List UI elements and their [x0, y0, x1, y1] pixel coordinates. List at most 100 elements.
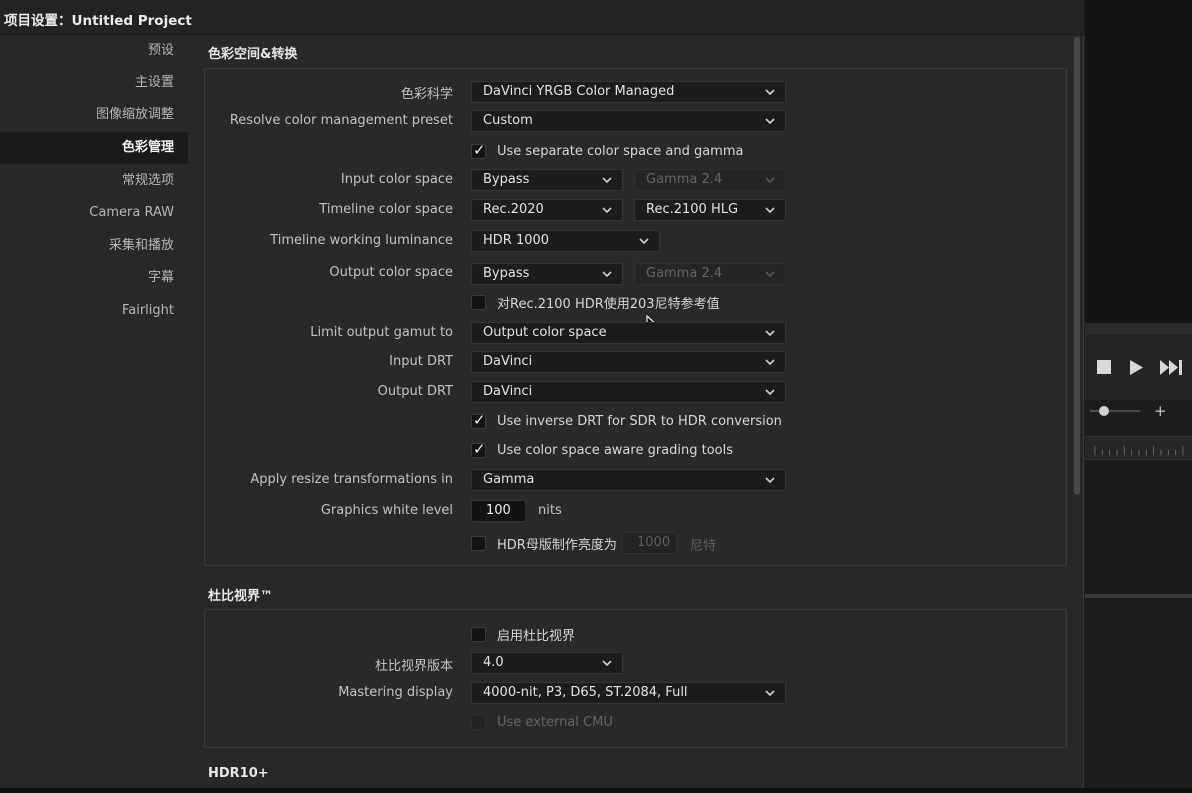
sidebar-item-image-scaling[interactable]: 图像缩放调整 [0, 99, 188, 131]
timeline-color-space-value: Rec.2020 [483, 202, 544, 217]
settings-scrollbar[interactable] [1072, 35, 1082, 788]
input-drt-label: Input DRT [389, 354, 453, 369]
mastering-display-dropdown[interactable]: 4000-nit, P3, D65, ST.2084, Full [471, 682, 786, 704]
transport-bar [1085, 335, 1192, 400]
skip-to-end-icon[interactable] [1160, 360, 1184, 375]
sidebar-item-color-management[interactable]: 色彩管理 [0, 132, 188, 164]
resize-in-label: Apply resize transformations in [250, 472, 453, 487]
output-gamma-value: Gamma 2.4 [646, 266, 723, 281]
sidebar-item-general-options[interactable]: 常规选项 [0, 165, 188, 197]
mastering-display-value: 4000-nit, P3, D65, ST.2084, Full [483, 685, 688, 700]
hdr-mastering-row: HDR母版制作亮度为 [471, 533, 617, 553]
external-cmu-row: Use external CMU [471, 712, 613, 732]
aware-tools-checkbox[interactable] [471, 440, 486, 458]
output-color-space-value: Bypass [483, 266, 530, 281]
dolby-enable-label: 启用杜比视界 [497, 628, 576, 644]
timeline-ruler[interactable] [1085, 436, 1192, 460]
sidebar-item-fairlight[interactable]: Fairlight [0, 295, 188, 327]
section-title-color-space: 色彩空间&转换 [208, 47, 298, 62]
bottom-edge [0, 788, 1192, 793]
output-gamma-dropdown: Gamma 2.4 [634, 263, 786, 285]
chevron-down-icon [765, 330, 775, 337]
working-luminance-dropdown[interactable]: HDR 1000 [471, 230, 660, 252]
dolby-enable-checkbox[interactable] [471, 626, 486, 642]
separate-gamma-checkbox[interactable] [471, 141, 486, 159]
chevron-down-icon [602, 660, 612, 667]
working-luminance-label: Timeline working luminance [270, 233, 453, 248]
dolby-enable-row: 启用杜比视界 [471, 624, 575, 644]
project-settings-dialog: 项目设置：Untitled Project 预设 主设置 图像缩放调整 色彩管理… [0, 0, 1084, 788]
mastering-display-label: Mastering display [338, 685, 453, 700]
viewer-divider [1085, 323, 1192, 335]
external-cmu-checkbox [471, 714, 486, 730]
rec2100-reference-checkbox[interactable] [471, 294, 486, 310]
dialog-title: 项目设置：Untitled Project [4, 13, 192, 29]
dolby-version-dropdown[interactable]: 4.0 [471, 652, 623, 674]
limit-gamut-value: Output color space [483, 325, 607, 340]
timeline-gamma-dropdown[interactable]: Rec.2100 HLG [634, 199, 786, 221]
timeline-color-space-dropdown[interactable]: Rec.2020 [471, 199, 623, 221]
play-icon[interactable] [1130, 360, 1143, 375]
cm-preset-label: Resolve color management preset [229, 113, 453, 128]
chevron-down-icon [765, 89, 775, 96]
hdr-mastering-input: 1000 [622, 532, 677, 554]
hdr-mastering-checkbox[interactable] [471, 535, 486, 551]
inverse-drt-checkbox[interactable] [471, 411, 486, 429]
zoom-slider-track[interactable] [1090, 410, 1140, 412]
white-level-input[interactable]: 100 [471, 500, 526, 522]
output-drt-dropdown[interactable]: DaVinci [471, 381, 786, 403]
white-level-unit: nits [538, 503, 562, 518]
chevron-down-icon [639, 238, 649, 245]
scrollbar-thumb[interactable] [1074, 37, 1080, 495]
hdr-mastering-label: HDR母版制作亮度为 [497, 537, 617, 553]
chevron-down-icon [765, 690, 775, 697]
chevron-down-icon [602, 207, 612, 214]
dolby-vision-panel: 启用杜比视界 杜比视界版本 4.0 Mastering display 4000… [204, 609, 1067, 748]
sidebar-item-presets[interactable]: 预设 [0, 35, 188, 67]
output-color-space-label: Output color space [329, 265, 453, 280]
zoom-in-button[interactable]: + [1154, 402, 1167, 420]
hdr-mastering-unit: 尼特 [690, 539, 717, 554]
output-drt-label: Output DRT [377, 384, 453, 399]
viewer-area [1085, 0, 1192, 323]
chevron-down-icon [765, 177, 775, 184]
sidebar-item-capture-playback[interactable]: 采集和播放 [0, 230, 188, 262]
aware-tools-row: Use color space aware grading tools [471, 440, 733, 460]
timeline-color-space-label: Timeline color space [319, 202, 453, 217]
settings-sidebar: 预设 主设置 图像缩放调整 色彩管理 常规选项 Camera RAW 采集和播放… [0, 35, 188, 788]
inverse-drt-row: Use inverse DRT for SDR to HDR conversio… [471, 411, 782, 431]
cm-preset-value: Custom [483, 113, 533, 128]
chevron-down-icon [602, 177, 612, 184]
timeline-track-divider [1085, 594, 1192, 598]
chevron-down-icon [765, 389, 775, 396]
input-color-space-label: Input color space [340, 172, 453, 187]
color-science-label: 色彩科学 [400, 87, 453, 102]
timeline-gamma-value: Rec.2100 HLG [646, 202, 739, 217]
input-drt-value: DaVinci [483, 354, 533, 369]
chevron-down-icon [765, 271, 775, 278]
sidebar-item-subtitles[interactable]: 字幕 [0, 262, 188, 294]
input-gamma-dropdown: Gamma 2.4 [634, 169, 786, 191]
cm-preset-dropdown[interactable]: Custom [471, 110, 786, 132]
chevron-down-icon [602, 271, 612, 278]
limit-gamut-label: Limit output gamut to [310, 325, 453, 340]
chevron-down-icon [765, 477, 775, 484]
section-title-dolby-vision: 杜比视界™ [208, 589, 274, 604]
timeline-track-area[interactable] [1085, 460, 1192, 594]
zoom-slider-handle[interactable] [1099, 406, 1109, 416]
color-science-value: DaVinci YRGB Color Managed [483, 84, 675, 99]
resize-in-dropdown[interactable]: Gamma [471, 469, 786, 491]
dialog-titlebar: 项目设置：Untitled Project [0, 0, 1084, 35]
sidebar-item-master-settings[interactable]: 主设置 [0, 67, 188, 99]
input-drt-dropdown[interactable]: DaVinci [471, 351, 786, 373]
limit-gamut-dropdown[interactable]: Output color space [471, 322, 786, 344]
sidebar-item-camera-raw[interactable]: Camera RAW [0, 197, 188, 229]
dolby-version-value: 4.0 [483, 655, 504, 670]
stop-icon[interactable] [1097, 360, 1111, 374]
input-color-space-dropdown[interactable]: Bypass [471, 169, 623, 191]
section-title-hdr10plus: HDR10+ [208, 766, 269, 781]
color-science-dropdown[interactable]: DaVinci YRGB Color Managed [471, 81, 786, 103]
input-gamma-value: Gamma 2.4 [646, 172, 723, 187]
output-color-space-dropdown[interactable]: Bypass [471, 263, 623, 285]
color-space-panel: 色彩科学 DaVinci YRGB Color Managed Resolve … [204, 68, 1067, 566]
